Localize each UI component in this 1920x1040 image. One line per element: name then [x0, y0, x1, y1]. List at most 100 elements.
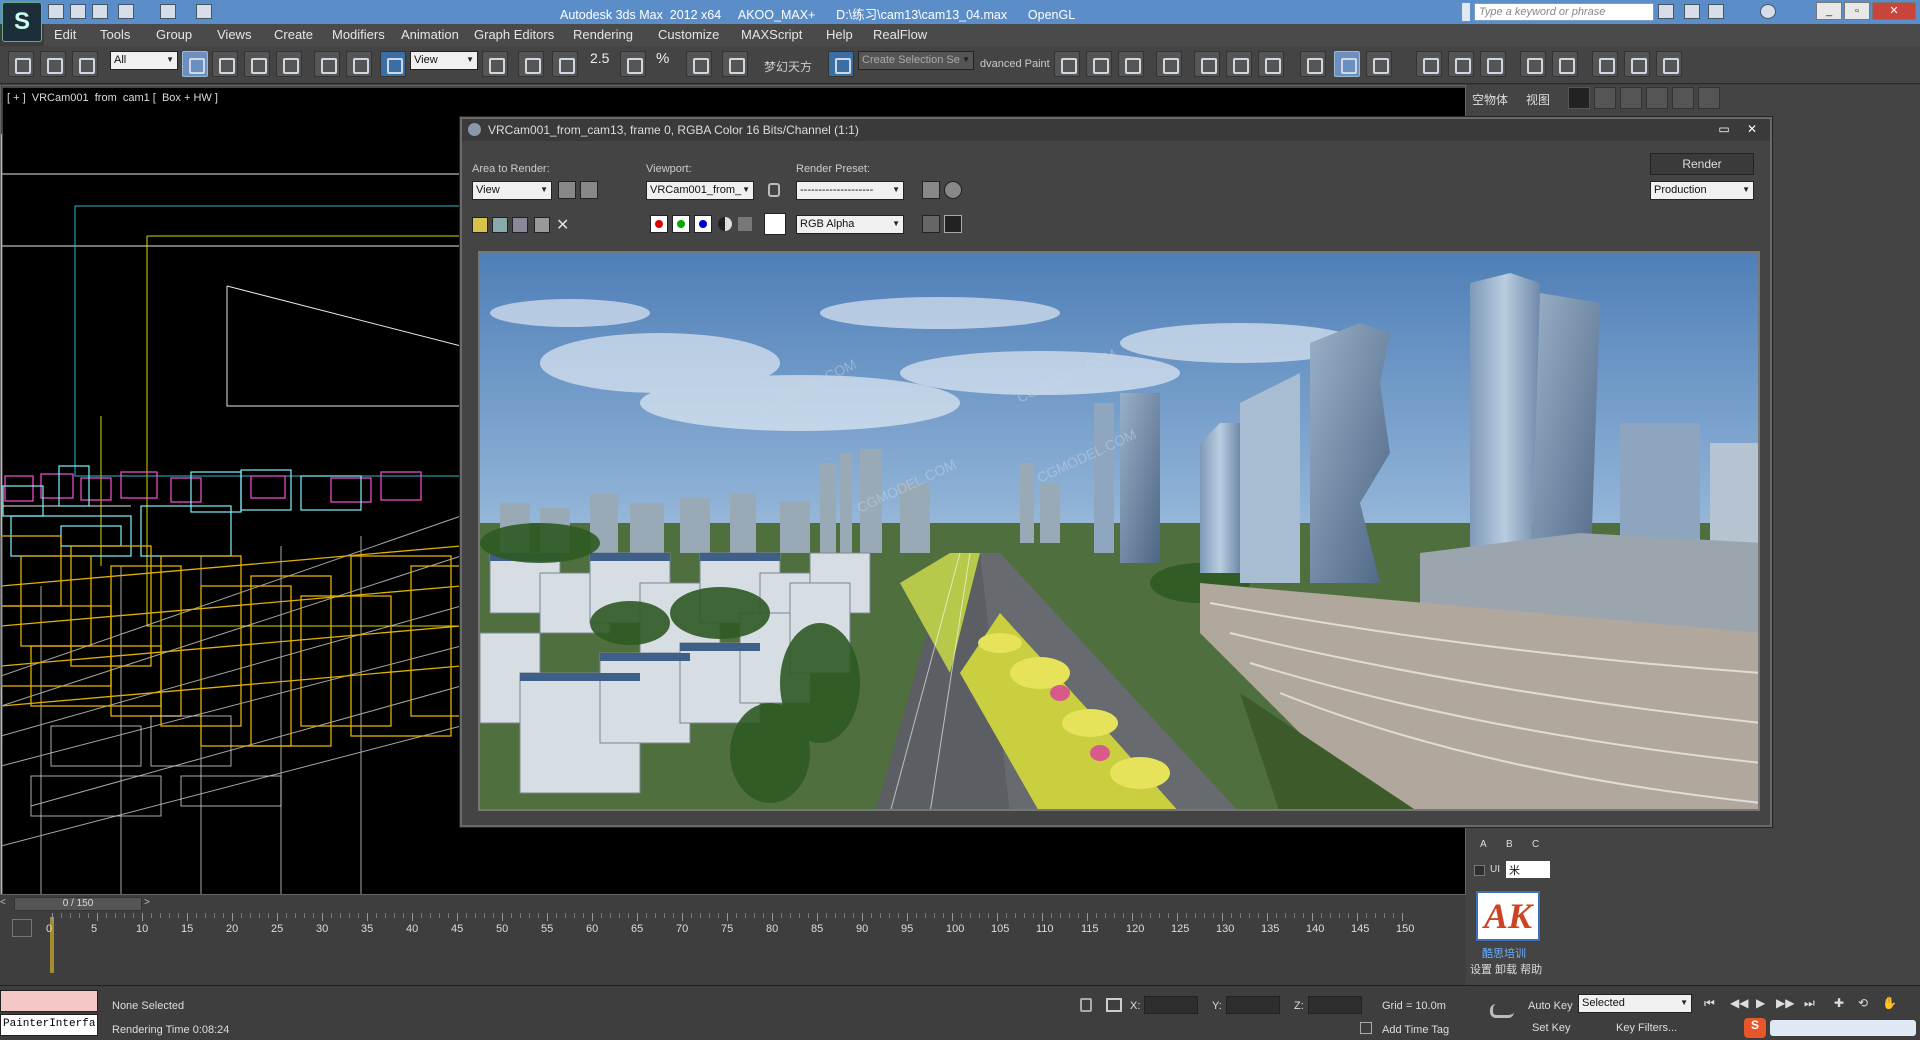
align-icon[interactable] — [1086, 51, 1112, 77]
ribbon-icon[interactable] — [1156, 51, 1182, 77]
monochrome-toggle[interactable] — [738, 217, 752, 231]
select-link-icon[interactable] — [8, 51, 34, 77]
zoom-region-icon[interactable]: ✚ — [1834, 996, 1850, 1010]
named-selection-dropdown[interactable]: Create Selection Se — [858, 51, 974, 70]
unit-dropdown[interactable]: 米 — [1506, 861, 1550, 878]
render-button[interactable]: Render — [1650, 153, 1754, 175]
redo-icon[interactable] — [160, 4, 176, 19]
plugin-c-icon[interactable] — [1480, 51, 1506, 77]
edit-region-icon[interactable] — [558, 181, 576, 199]
angle-snap-icon[interactable] — [620, 51, 646, 77]
material-editor-icon[interactable] — [1258, 51, 1284, 77]
menu-realflow[interactable]: RealFlow — [873, 27, 927, 42]
schematic-view-icon[interactable] — [1226, 51, 1252, 77]
undo-icon[interactable] — [118, 4, 134, 19]
render-minimize-button[interactable]: ▭ — [1714, 122, 1734, 138]
select-by-name-icon[interactable] — [212, 51, 238, 77]
plugin-label[interactable]: 梦幻天方 — [764, 58, 812, 75]
menu-rendering[interactable]: Rendering — [573, 27, 633, 42]
new-file-icon[interactable] — [48, 4, 64, 19]
previous-frame-icon[interactable]: ◀◀ — [1730, 996, 1748, 1010]
create-tab-icon[interactable] — [1568, 87, 1590, 109]
color-swatch[interactable] — [764, 213, 786, 235]
unlink-icon[interactable] — [40, 51, 66, 77]
menu-modifiers[interactable]: Modifiers — [332, 27, 385, 42]
panel-tab-views[interactable]: 视图 — [1526, 91, 1550, 108]
render-mode-dropdown[interactable]: Production — [1650, 181, 1754, 200]
maxscript-input[interactable]: PainterInterfa — [0, 1014, 98, 1036]
add-time-tag[interactable]: Add Time Tag — [1382, 1024, 1449, 1036]
display-channel-dropdown[interactable]: RGB Alpha — [796, 215, 904, 234]
advanced-paint-label[interactable]: dvanced Paint — [980, 58, 1050, 70]
restore-button[interactable]: ▫ — [1844, 2, 1870, 20]
viewport-dropdown[interactable]: VRCam001_from_ — [646, 181, 754, 200]
curve-editor-icon[interactable] — [1194, 51, 1220, 77]
help-icon[interactable] — [1760, 4, 1776, 19]
x-coordinate-field[interactable] — [1144, 996, 1198, 1014]
blue-channel-toggle[interactable] — [694, 215, 712, 233]
layer-manager-icon[interactable] — [1118, 51, 1144, 77]
menu-edit[interactable]: Edit — [54, 27, 76, 42]
environment-icon[interactable] — [944, 181, 962, 199]
pivot-center-icon[interactable] — [482, 51, 508, 77]
orbit-icon[interactable]: ⟲ — [1858, 996, 1874, 1010]
selection-filter-dropdown[interactable]: All — [110, 51, 178, 70]
ak-plugin-logo[interactable]: AK — [1476, 891, 1540, 941]
mirror-icon[interactable] — [1054, 51, 1080, 77]
project-folder-icon[interactable] — [196, 4, 212, 19]
y-coordinate-field[interactable] — [1226, 996, 1280, 1014]
copy-image-icon[interactable] — [492, 217, 508, 233]
trackbar-menu-icon[interactable] — [12, 919, 32, 937]
edit-named-selection-icon[interactable] — [722, 51, 748, 77]
rendered-image[interactable]: CGMODEL.COM CGMODEL.COM CGMODEL.COM CGMO… — [478, 251, 1760, 811]
clone-window-icon[interactable] — [512, 217, 528, 233]
auto-region-icon[interactable] — [580, 181, 598, 199]
render-window-title-bar[interactable]: VRCam001_from_cam13, frame 0, RGBA Color… — [462, 119, 1770, 141]
menu-maxscript[interactable]: MAXScript — [741, 27, 802, 42]
time-tag-icon[interactable] — [1360, 1022, 1372, 1034]
window-crossing-icon[interactable] — [276, 51, 302, 77]
menu-help[interactable]: Help — [826, 27, 853, 42]
close-button[interactable]: ✕ — [1872, 2, 1916, 20]
timeline-ruler[interactable]: 0 5 10 15 20 25 30 35 40 45 50 55 60 65 70 75 80 85 90 95 10… — [46, 913, 1414, 973]
bind-space-warp-icon[interactable] — [72, 51, 98, 77]
rendered-frame-window-icon[interactable] — [1334, 51, 1360, 77]
lock-icon[interactable] — [768, 183, 780, 197]
pan-icon[interactable]: ✋ — [1882, 996, 1898, 1010]
panel-tab-objects[interactable]: 空物体 — [1472, 91, 1508, 108]
save-image-icon[interactable] — [472, 217, 488, 233]
binoculars-icon[interactable] — [1658, 4, 1674, 19]
timeline-prev-arrow[interactable]: < — [0, 897, 14, 911]
plugin-tab-a[interactable]: A — [1480, 839, 1487, 850]
menu-group[interactable]: Group — [156, 27, 192, 42]
communication-center-icon[interactable] — [1684, 4, 1700, 19]
ak-links[interactable]: 设置 卸载 帮助 — [1470, 961, 1542, 977]
plugin-tab-b[interactable]: B — [1506, 839, 1513, 850]
motion-tab-icon[interactable] — [1646, 87, 1668, 109]
clear-image-icon[interactable]: ✕ — [556, 215, 572, 234]
minimize-button[interactable]: _ — [1816, 2, 1842, 20]
scale-icon[interactable] — [380, 51, 406, 77]
app-logo[interactable]: S — [2, 2, 42, 42]
star-favorites-icon[interactable] — [1708, 4, 1724, 19]
select-object-icon[interactable] — [182, 51, 208, 77]
open-file-icon[interactable] — [70, 4, 86, 19]
plugin-tab-c[interactable]: C — [1532, 839, 1539, 850]
toggle-ui-icon[interactable] — [944, 215, 962, 233]
select-manipulate-icon[interactable] — [518, 51, 544, 77]
menu-animation[interactable]: Animation — [401, 27, 459, 42]
render-close-button[interactable]: ✕ — [1742, 122, 1762, 138]
rotate-icon[interactable] — [346, 51, 372, 77]
auto-key-button[interactable]: Auto Key — [1528, 1000, 1573, 1012]
search-input[interactable]: Type a keyword or phrase — [1474, 3, 1654, 21]
print-image-icon[interactable] — [534, 217, 550, 233]
render-production-icon[interactable] — [1366, 51, 1392, 77]
plugin-f-icon[interactable] — [1592, 51, 1618, 77]
alpha-channel-toggle[interactable] — [718, 217, 732, 231]
go-to-start-icon[interactable]: ⏮ — [1704, 996, 1720, 1010]
hierarchy-tab-icon[interactable] — [1620, 87, 1642, 109]
ime-sogou-icon[interactable]: S — [1744, 1018, 1766, 1038]
plugin-h-icon[interactable] — [1656, 51, 1682, 77]
ui-checkbox[interactable] — [1474, 865, 1485, 876]
search-arrow-icon[interactable] — [1462, 3, 1470, 21]
